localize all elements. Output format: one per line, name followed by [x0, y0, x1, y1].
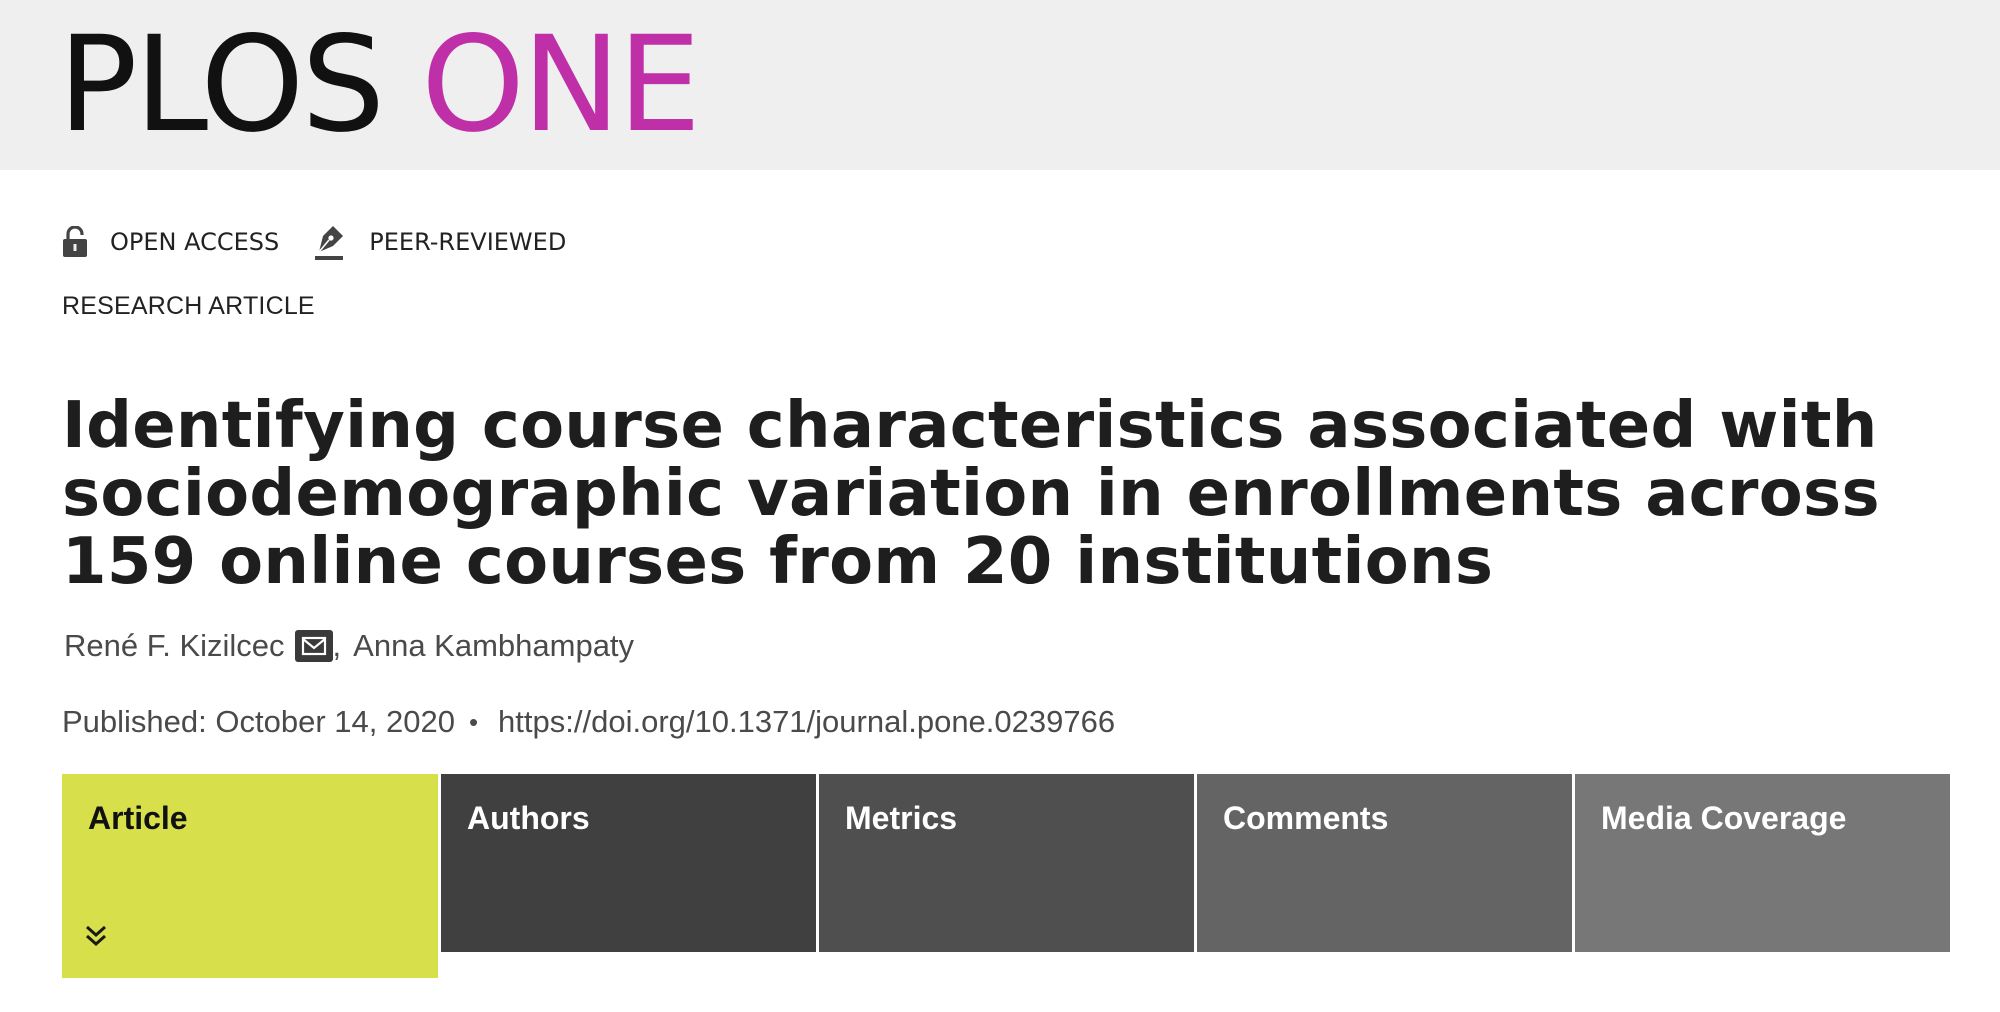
tab-article[interactable]: Article — [62, 774, 438, 978]
publication-info: Published: October 14, 2020 • https://do… — [62, 704, 1115, 740]
tab-authors[interactable]: Authors — [441, 774, 816, 952]
peer-reviewed-badge[interactable]: PEER-REVIEWED — [313, 222, 566, 262]
envelope-icon[interactable] — [294, 630, 333, 662]
doi-link[interactable]: https://doi.org/10.1371/journal.pone.023… — [498, 704, 1115, 740]
published-date: Published: October 14, 2020 — [62, 704, 455, 739]
tab-authors-label: Authors — [467, 800, 590, 836]
article-badges: OPEN ACCESS PEER-REVIEWED — [62, 222, 566, 262]
tab-comments-label: Comments — [1223, 800, 1389, 836]
peer-reviewed-label: PEER-REVIEWED — [369, 228, 567, 256]
open-lock-icon — [62, 226, 88, 258]
site-header: PLOS ONE — [0, 0, 2000, 170]
logo-one-text: ONE — [421, 8, 701, 162]
tab-media-coverage[interactable]: Media Coverage — [1575, 774, 1950, 952]
pen-nib-icon — [313, 222, 347, 262]
author-list: René F. Kizilcec , Anna Kambhampaty — [64, 628, 634, 664]
author-link-kambhampaty[interactable]: Anna Kambhampaty — [353, 628, 634, 664]
tab-metrics-label: Metrics — [845, 800, 958, 836]
tab-media-coverage-label: Media Coverage — [1601, 800, 1847, 836]
double-chevron-down-icon[interactable] — [82, 921, 110, 958]
article-type-label: RESEARCH ARTICLE — [62, 292, 315, 320]
author-link-kizilcec[interactable]: René F. Kizilcec — [64, 628, 285, 664]
logo-plos-text: PLOS — [58, 8, 385, 162]
separator-bullet: • — [468, 706, 479, 737]
author-separator: , — [332, 628, 342, 663]
plos-one-logo[interactable]: PLOS ONE — [58, 0, 701, 170]
open-access-label: OPEN ACCESS — [110, 228, 280, 256]
article-title: Identifying course characteristics assoc… — [62, 389, 1880, 599]
open-access-badge[interactable]: OPEN ACCESS — [62, 226, 279, 258]
article-tabs: Article Authors Metrics Comments Media C… — [62, 774, 1950, 978]
tab-comments[interactable]: Comments — [1197, 774, 1572, 952]
tab-article-label: Article — [88, 800, 188, 836]
tab-metrics[interactable]: Metrics — [819, 774, 1194, 952]
